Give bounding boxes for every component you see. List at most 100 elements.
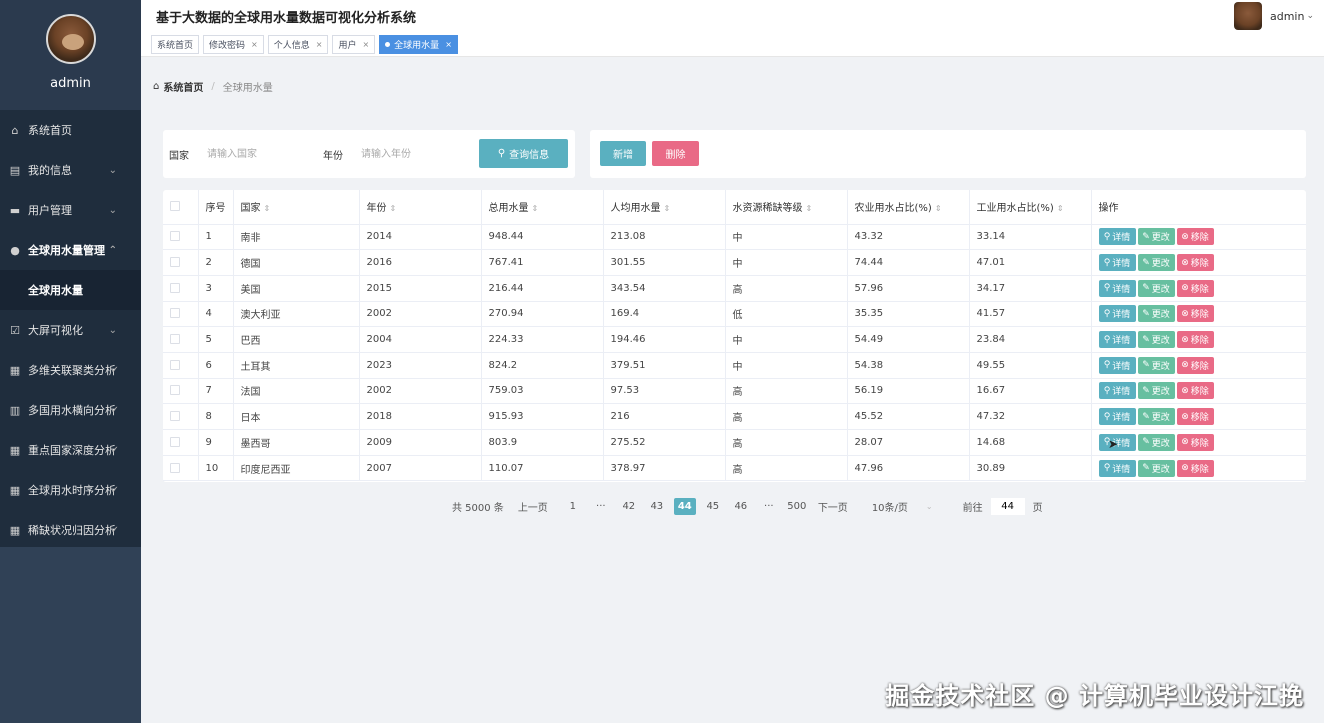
- sidebar-item[interactable]: ▦ 全球用水时序分析 ✓: [0, 470, 141, 510]
- edit-button[interactable]: ✎ 更改: [1137, 433, 1175, 451]
- page-number[interactable]: 46: [730, 498, 752, 515]
- remove-button[interactable]: ⊗ 移除: [1176, 254, 1214, 272]
- sidebar-item[interactable]: ⌂ 系统首页: [0, 110, 141, 150]
- edit-button[interactable]: ✎ 更改: [1137, 408, 1175, 426]
- page-number[interactable]: 43: [646, 498, 668, 515]
- table-cell: 35.35: [847, 301, 970, 328]
- detail-button[interactable]: ⚲ 详情: [1098, 228, 1136, 246]
- row-checkbox[interactable]: [170, 308, 180, 319]
- country-input[interactable]: [197, 140, 315, 168]
- close-icon[interactable]: ×: [362, 40, 369, 49]
- remove-button[interactable]: ⊗ 移除: [1176, 279, 1214, 297]
- sort-icon[interactable]: ⇕: [390, 204, 397, 213]
- tab-1[interactable]: 修改密码 ×: [203, 35, 264, 54]
- detail-button[interactable]: ⚲ 详情: [1098, 356, 1136, 374]
- remove-button[interactable]: ⊗ 移除: [1176, 433, 1214, 451]
- remove-button[interactable]: ⊗ 移除: [1176, 382, 1214, 400]
- next-page-button[interactable]: 下一页: [818, 499, 848, 514]
- page-ellipsis[interactable]: ···: [590, 498, 612, 515]
- row-checkbox[interactable]: [170, 282, 180, 293]
- edit-button[interactable]: ✎ 更改: [1137, 279, 1175, 297]
- page-number[interactable]: 45: [702, 498, 724, 515]
- row-checkbox[interactable]: [170, 411, 180, 422]
- detail-button[interactable]: ⚲ 详情: [1098, 279, 1136, 297]
- remove-button[interactable]: ⊗ 移除: [1176, 228, 1214, 246]
- user-name[interactable]: admin: [1270, 10, 1304, 23]
- column-header[interactable]: 人均用水量 ⇕: [603, 190, 726, 225]
- detail-button[interactable]: ⚲ 详情: [1098, 305, 1136, 323]
- user-avatar[interactable]: [1233, 2, 1262, 30]
- sort-icon[interactable]: ⇕: [1057, 204, 1064, 213]
- search-button[interactable]: ⚲ 查询信息: [479, 139, 568, 168]
- select-all-checkbox[interactable]: [170, 201, 180, 212]
- close-icon[interactable]: ×: [316, 40, 323, 49]
- sidebar-item[interactable]: ▦ 多维关联聚类分析 ✓: [0, 350, 141, 390]
- sidebar-subitem-active[interactable]: 全球用水量: [0, 270, 141, 310]
- remove-button[interactable]: ⊗ 移除: [1176, 459, 1214, 477]
- row-checkbox[interactable]: [170, 231, 180, 242]
- prev-page-button[interactable]: 上一页: [518, 499, 548, 514]
- row-checkbox[interactable]: [170, 436, 180, 447]
- row-checkbox[interactable]: [170, 257, 180, 268]
- edit-button[interactable]: ✎ 更改: [1137, 305, 1175, 323]
- detail-button[interactable]: ⚲ 详情: [1098, 382, 1136, 400]
- detail-button[interactable]: ⚲ 详情: [1098, 408, 1136, 426]
- remove-button[interactable]: ⊗ 移除: [1176, 356, 1214, 374]
- edit-button[interactable]: ✎ 更改: [1137, 228, 1175, 246]
- column-header[interactable]: 工业用水占比(%) ⇕: [969, 190, 1092, 225]
- column-header[interactable]: 农业用水占比(%) ⇕: [847, 190, 970, 225]
- sidebar-item[interactable]: ☑ 大屏可视化 ⌄: [0, 310, 141, 350]
- tab-4[interactable]: 全球用水量 ×: [379, 35, 458, 54]
- detail-button[interactable]: ⚲ 详情: [1098, 254, 1136, 272]
- tab-2[interactable]: 个人信息 ×: [267, 35, 329, 54]
- sort-icon[interactable]: ⇕: [264, 204, 271, 213]
- tab-0[interactable]: 系统首页: [151, 35, 200, 54]
- page-size-select[interactable]: 10条/页 ⌄: [872, 499, 933, 514]
- edit-button[interactable]: ✎ 更改: [1137, 356, 1175, 374]
- page-number[interactable]: 500: [786, 498, 808, 515]
- remove-button[interactable]: ⊗ 移除: [1176, 305, 1214, 323]
- remove-button[interactable]: ⊗ 移除: [1176, 331, 1214, 349]
- column-header[interactable]: 总用水量 ⇕: [481, 190, 604, 225]
- page-number[interactable]: 42: [618, 498, 640, 515]
- avatar[interactable]: [45, 14, 96, 64]
- edit-button[interactable]: ✎ 更改: [1137, 331, 1175, 349]
- close-icon[interactable]: ×: [251, 40, 258, 49]
- column-header[interactable]: 年份 ⇕: [359, 190, 482, 225]
- sort-icon[interactable]: ⇕: [935, 204, 942, 213]
- column-header[interactable]: 水资源稀缺等级 ⇕: [725, 190, 848, 225]
- edit-button[interactable]: ✎ 更改: [1137, 459, 1175, 477]
- tab-label: 修改密码: [209, 41, 246, 51]
- close-icon[interactable]: ×: [445, 40, 452, 49]
- user-menu[interactable]: admin ⌄: [1233, 2, 1314, 30]
- sidebar-item[interactable]: ▦ 稀缺状况归因分析 ✓: [0, 510, 141, 550]
- delete-button[interactable]: 删除: [652, 141, 699, 166]
- sort-icon[interactable]: ⇕: [532, 204, 539, 213]
- row-checkbox[interactable]: [170, 462, 180, 473]
- column-header[interactable]: 国家 ⇕: [233, 190, 360, 225]
- row-checkbox[interactable]: [170, 385, 180, 396]
- sidebar-item[interactable]: ● 全球用水量管理 ⌃: [0, 230, 141, 270]
- remove-button[interactable]: ⊗ 移除: [1176, 408, 1214, 426]
- goto-page-input[interactable]: [990, 498, 1025, 515]
- page-number[interactable]: 44: [673, 498, 696, 515]
- sort-icon[interactable]: ⇕: [806, 204, 813, 213]
- year-input[interactable]: [351, 140, 476, 168]
- edit-button[interactable]: ✎ 更改: [1137, 382, 1175, 400]
- page-number[interactable]: 1: [562, 498, 584, 515]
- edit-button[interactable]: ✎ 更改: [1137, 254, 1175, 272]
- sidebar-item[interactable]: ▬ 用户管理 ⌄: [0, 190, 141, 230]
- sidebar-item[interactable]: ▥ 多国用水横向分析 ✓: [0, 390, 141, 430]
- add-button[interactable]: 新增: [600, 141, 646, 166]
- tab-3[interactable]: 用户 ×: [332, 35, 376, 54]
- breadcrumb-home[interactable]: 系统首页: [163, 79, 203, 94]
- page-ellipsis[interactable]: ···: [758, 498, 780, 515]
- row-checkbox[interactable]: [170, 359, 180, 370]
- chevron-down-icon[interactable]: ⌄: [1306, 11, 1314, 21]
- sidebar-item[interactable]: ▦ 重点国家深度分析 ✓: [0, 430, 141, 470]
- row-checkbox[interactable]: [170, 334, 180, 345]
- sidebar-item[interactable]: ▤ 我的信息 ⌄: [0, 150, 141, 190]
- sort-icon[interactable]: ⇕: [664, 204, 671, 213]
- detail-button[interactable]: ⚲ 详情: [1098, 459, 1136, 477]
- detail-button[interactable]: ⚲ 详情: [1098, 331, 1136, 349]
